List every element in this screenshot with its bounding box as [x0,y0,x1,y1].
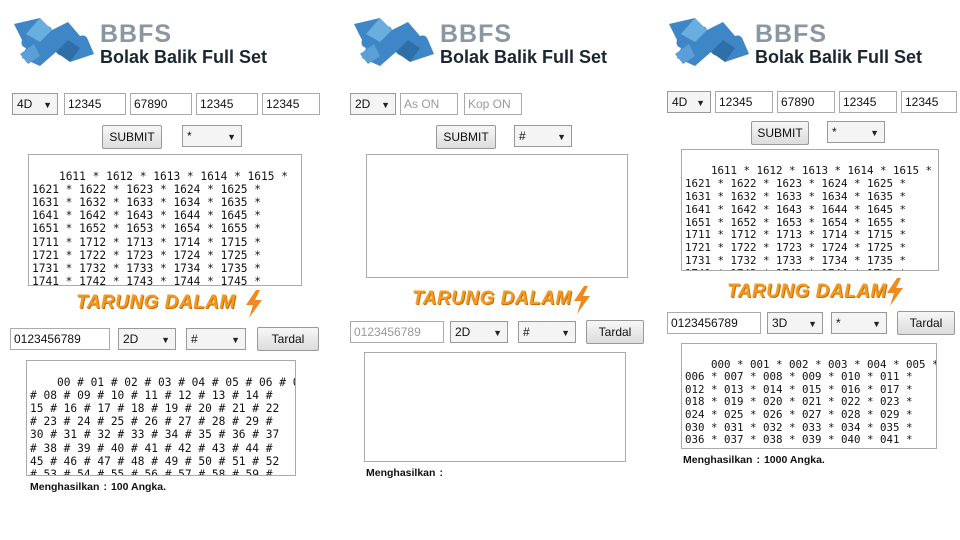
tardal-digit-select-value: 3D [772,316,788,330]
tardal-output-text: 000 * 001 * 002 * 003 * 004 * 005 * 006 … [685,357,936,448]
tardal-digit-select[interactable]: 2D ▼ [450,321,508,343]
digit-select-value: 4D [17,97,33,111]
number-field-2[interactable] [777,91,835,113]
tardal-separator-select[interactable]: * ▼ [831,312,887,334]
tardal-separator-select-value: # [523,325,530,339]
lightning-bolt-icon [887,278,903,306]
result-count: Menghasilkan: [366,467,443,479]
dropdown-caret-icon: ▼ [808,319,817,329]
dropdown-caret-icon: ▼ [381,100,390,110]
dropdown-caret-icon: ▼ [231,335,240,345]
result-label: Menghasilkan [366,467,436,479]
submit-button[interactable]: SUBMIT [436,125,496,149]
tardal-digits-input[interactable] [667,312,761,334]
bbfs-logo: BBFS Bolak Balik Full Set [0,12,330,74]
tarung-dalam-title: TARUNG DALAM [76,292,236,313]
panel-3: BBFS Bolak Balik Full Set 4D ▼ SUBMIT * … [655,0,960,540]
as-on-input[interactable] [400,93,458,115]
number-field-3[interactable] [839,91,897,113]
tardal-output[interactable]: 00 # 01 # 02 # 03 # 04 # 05 # 06 # 07 # … [26,360,296,476]
puzzle-logo-icon [669,18,749,66]
number-field-1[interactable] [715,91,773,113]
tardal-output-text: 00 # 01 # 02 # 03 # 04 # 05 # 06 # 07 # … [30,376,295,476]
result-count: Menghasilkan:100 Angka. [30,481,166,493]
tardal-output[interactable] [364,352,626,462]
tardal-digits-input[interactable] [350,321,444,343]
submit-button[interactable]: SUBMIT [751,121,809,145]
result-count: Menghasilkan:1000 Angka. [683,454,825,466]
dropdown-caret-icon: ▼ [870,128,879,138]
number-field-2[interactable] [130,93,192,115]
dropdown-caret-icon: ▼ [872,319,881,329]
dropdown-caret-icon: ▼ [561,328,570,338]
tardal-separator-select[interactable]: # ▼ [518,321,576,343]
tardal-separator-select[interactable]: # ▼ [186,328,246,350]
tardal-output[interactable]: 000 * 001 * 002 * 003 * 004 * 005 * 006 … [681,343,937,449]
bbfs-logo: BBFS Bolak Balik Full Set [340,12,650,74]
tarung-dalam-title: TARUNG DALAM [412,288,572,309]
puzzle-logo-icon [14,18,94,66]
dropdown-caret-icon: ▼ [696,98,705,108]
panel-1: BBFS Bolak Balik Full Set 4D ▼ SUBMIT * … [0,0,330,540]
result-value: 1000 Angka. [763,454,825,466]
tardal-digit-select[interactable]: 3D ▼ [767,312,823,334]
separator-select[interactable]: * ▼ [827,121,885,143]
panel-2: BBFS Bolak Balik Full Set 2D ▼ SUBMIT # … [340,0,650,540]
logo-subtitle: Bolak Balik Full Set [100,47,268,67]
tardal-digit-select-value: 2D [123,332,139,346]
dropdown-caret-icon: ▼ [43,100,52,110]
bbfs-logo: BBFS Bolak Balik Full Set [655,12,960,74]
separator-select-value: # [519,129,526,143]
lightning-bolt-icon [574,286,590,314]
bbfs-output[interactable]: 1611 * 1612 * 1613 * 1614 * 1615 * 1621 … [681,149,939,271]
separator-select[interactable]: # ▼ [514,125,572,147]
dropdown-caret-icon: ▼ [493,328,502,338]
result-label: Menghasilkan [683,454,753,466]
separator-select[interactable]: * ▼ [182,125,242,147]
bbfs-output-text: 1611 * 1612 * 1613 * 1614 * 1615 * 1621 … [32,170,288,286]
tardal-digit-select[interactable]: 2D ▼ [118,328,176,350]
logo-title: BBFS [100,20,173,48]
number-field-4[interactable] [901,91,957,113]
tardal-digits-input[interactable] [10,328,110,350]
digit-select[interactable]: 4D ▼ [667,91,711,113]
digit-select[interactable]: 2D ▼ [350,93,396,115]
bbfs-output[interactable]: 1611 * 1612 * 1613 * 1614 * 1615 * 1621 … [28,154,302,286]
puzzle-logo-icon [354,18,434,66]
logo-subtitle: Bolak Balik Full Set [755,47,923,67]
separator-select-value: * [832,125,837,139]
tarung-dalam-title: TARUNG DALAM [727,281,887,302]
number-field-4[interactable] [262,93,320,115]
tardal-separator-select-value: # [191,332,198,346]
submit-button[interactable]: SUBMIT [102,125,162,149]
tardal-separator-select-value: * [836,316,841,330]
lightning-bolt-icon [246,290,262,318]
bbfs-output-text: 1611 * 1612 * 1613 * 1614 * 1615 * 1621 … [685,163,933,270]
dropdown-caret-icon: ▼ [557,132,566,142]
digit-select-value: 2D [355,97,371,111]
bbfs-output[interactable] [366,154,628,278]
dropdown-caret-icon: ▼ [161,335,170,345]
number-field-1[interactable] [64,93,126,115]
tardal-digit-select-value: 2D [455,325,471,339]
tardal-button[interactable]: Tardal [897,311,955,335]
digit-select-value: 4D [672,95,688,109]
dropdown-caret-icon: ▼ [227,132,236,142]
result-value: 100 Angka. [110,481,166,493]
digit-select[interactable]: 4D ▼ [12,93,58,115]
result-label: Menghasilkan [30,481,100,493]
tardal-button[interactable]: Tardal [586,320,644,344]
logo-title: BBFS [755,20,828,48]
tardal-button[interactable]: Tardal [257,327,319,351]
separator-select-value: * [187,129,192,143]
logo-subtitle: Bolak Balik Full Set [440,47,608,67]
number-field-3[interactable] [196,93,258,115]
logo-title: BBFS [440,20,513,48]
kop-on-input[interactable] [464,93,522,115]
